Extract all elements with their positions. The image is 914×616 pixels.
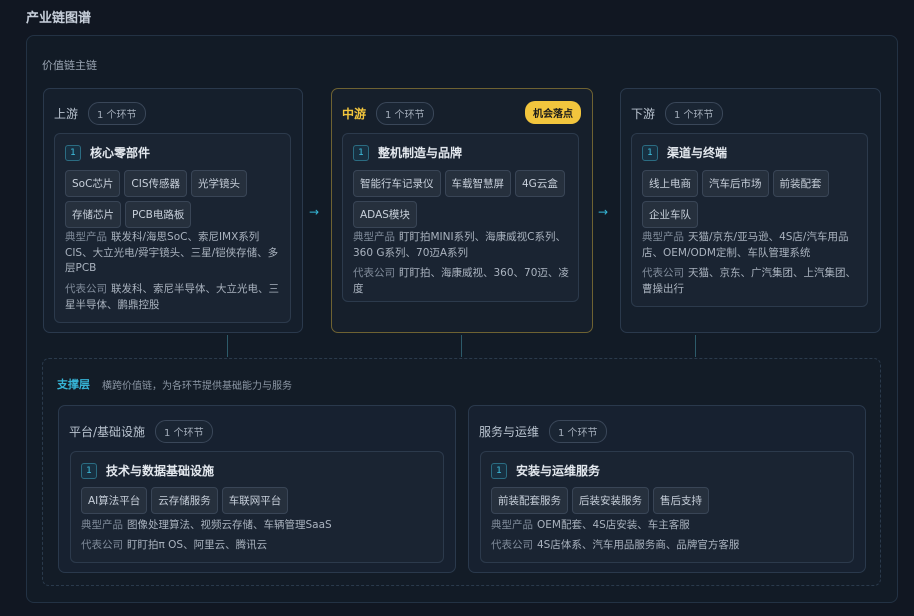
- group-name: 服务与运维: [479, 425, 540, 439]
- support-group-platform[interactable]: 平台/基础设施 1 个环节 1 技术与数据基础设施 AI算法平台 云存储服务 车…: [58, 405, 456, 573]
- connector-line: [227, 335, 228, 357]
- stage-downstream[interactable]: 下游 1 个环节 1 渠道与终端 线上电商 汽车后市场 前装配套 企业车队 典型…: [620, 88, 881, 333]
- main-chain-label: 价值链主链: [42, 59, 97, 72]
- representative-companies: 代表公司 盯盯拍π OS、阿里云、腾讯云: [81, 539, 268, 551]
- connector-line: [695, 335, 696, 357]
- tag[interactable]: 汽车后市场: [702, 170, 769, 197]
- segment-card-channels-terminals[interactable]: 1 渠道与终端 线上电商 汽车后市场 前装配套 企业车队 典型产品 天猫/京东/亚…: [631, 133, 868, 307]
- segment-card-install-ops[interactable]: 1 安装与运维服务 前装配套服务 后装安装服务 售后支持 典型产品 OEM配套、4…: [480, 451, 854, 563]
- typical-products: 典型产品 OEM配套、4S店安装、车主客服: [491, 519, 690, 531]
- stage-name: 下游: [631, 107, 656, 121]
- stage-midstream[interactable]: 中游 1 个环节 机会落点 1 整机制造与品牌 智能行车记录仪 车载智慧屏 4G…: [331, 88, 593, 333]
- support-group-service[interactable]: 服务与运维 1 个环节 1 安装与运维服务 前装配套服务 后装安装服务 售后支持…: [468, 405, 866, 573]
- stage-count-pill: 1 个环节: [376, 102, 434, 125]
- segment-number-badge: 1: [65, 144, 81, 161]
- tag[interactable]: 售后支持: [653, 487, 709, 514]
- tag[interactable]: 车载智慧屏: [444, 170, 511, 197]
- representative-companies: 代表公司 盯盯拍、海康威视、360、70迈、凌度: [353, 267, 569, 295]
- segment-number-badge: 1: [353, 144, 369, 161]
- stage-count-pill: 1 个环节: [88, 102, 146, 125]
- segment-number-badge: 1: [81, 462, 97, 479]
- group-count-pill: 1 个环节: [549, 420, 607, 443]
- segment-title: 渠道与终端: [667, 146, 728, 160]
- opportunity-badge: 机会落点: [525, 101, 581, 124]
- flow-arrow-icon: →: [598, 205, 609, 219]
- segment-card-manufacturing-brand[interactable]: 1 整机制造与品牌 智能行车记录仪 车载智慧屏 4G云盒 ADAS模块 典型产品…: [342, 133, 579, 302]
- stage-upstream[interactable]: 上游 1 个环节 1 核心零部件 SoC芯片 CIS传感器 光学镜头 存储芯片 …: [43, 88, 303, 333]
- tag[interactable]: 线上电商: [642, 170, 698, 197]
- tag[interactable]: 存储芯片: [65, 201, 121, 228]
- typical-products: 典型产品 盯盯拍MINI系列、海康威视C系列、360 G系列、70迈A系列: [353, 231, 566, 259]
- representative-companies: 代表公司 天猫、京东、广汽集团、上汽集团、曹操出行: [642, 267, 856, 295]
- segment-title: 安装与运维服务: [516, 464, 601, 478]
- segment-title: 整机制造与品牌: [378, 146, 463, 160]
- representative-companies: 代表公司 联发科、索尼半导体、大立光电、三星半导体、鹏鼎控股: [65, 283, 279, 311]
- stage-count-pill: 1 个环节: [665, 102, 723, 125]
- tag[interactable]: 后装安装服务: [572, 487, 649, 514]
- segment-number-badge: 1: [491, 462, 507, 479]
- stage-name: 上游: [54, 107, 79, 121]
- stage-name: 中游: [342, 107, 367, 121]
- tag[interactable]: 4G云盒: [515, 170, 565, 197]
- segment-title: 核心零部件: [90, 146, 151, 160]
- tag[interactable]: 光学镜头: [191, 170, 248, 197]
- tag[interactable]: 智能行车记录仪: [353, 170, 441, 197]
- tag[interactable]: 前装配套服务: [491, 487, 568, 514]
- tag[interactable]: 前装配套: [772, 170, 829, 197]
- segment-card-tech-data-infra[interactable]: 1 技术与数据基础设施 AI算法平台 云存储服务 车联网平台 典型产品 图像处理算…: [70, 451, 444, 563]
- group-count-pill: 1 个环节: [155, 420, 213, 443]
- tag[interactable]: 云存储服务: [151, 487, 218, 514]
- tag[interactable]: SoC芯片: [65, 170, 121, 197]
- tag[interactable]: PCB电路板: [125, 201, 192, 228]
- tag[interactable]: ADAS模块: [353, 201, 417, 228]
- tag[interactable]: CIS传感器: [124, 170, 188, 197]
- typical-products: 典型产品 图像处理算法、视频云存储、车辆管理SaaS: [81, 519, 332, 531]
- tag[interactable]: 车联网平台: [221, 487, 289, 514]
- segment-card-core-components[interactable]: 1 核心零部件 SoC芯片 CIS传感器 光学镜头 存储芯片 PCB电路板 典型…: [54, 133, 291, 323]
- connector-line: [461, 335, 462, 357]
- flow-arrow-icon: →: [309, 205, 320, 219]
- segment-title: 技术与数据基础设施: [106, 464, 215, 478]
- page-title: 产业链图谱: [26, 11, 92, 26]
- support-layer-description: 横跨价值链，为各环节提供基础能力与服务: [102, 380, 292, 392]
- tag[interactable]: AI算法平台: [81, 487, 148, 514]
- support-layer-title: 支撑层: [57, 378, 90, 391]
- typical-products: 典型产品 天猫/京东/亚马逊、4S店/汽车用品店、OEM/ODM定制、车队管理系统: [642, 231, 849, 259]
- segment-number-badge: 1: [642, 144, 658, 161]
- tag[interactable]: 企业车队: [642, 201, 698, 228]
- typical-products: 典型产品 联发科/海思SoC、索尼IMX系列CIS、大立光电/舜宇镜头、三星/铠侠…: [65, 231, 279, 274]
- representative-companies: 代表公司 4S店体系、汽车用品服务商、品牌官方客服: [491, 539, 740, 551]
- group-name: 平台/基础设施: [69, 425, 146, 439]
